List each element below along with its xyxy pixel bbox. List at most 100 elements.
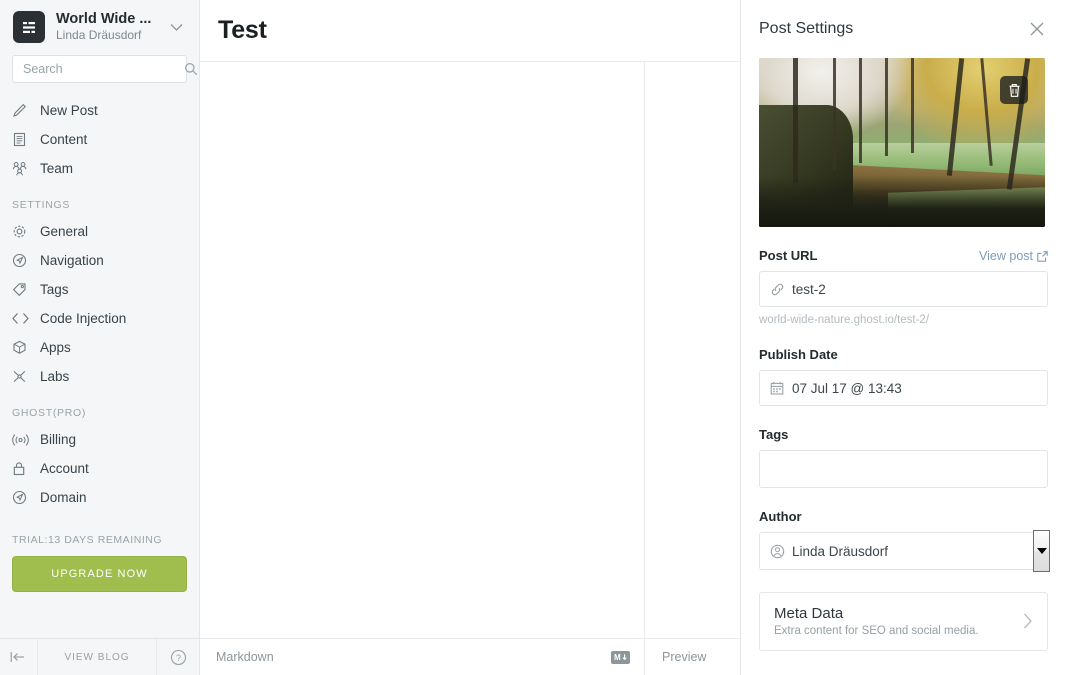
blog-switcher[interactable]: World Wide ... Linda Dräusdorf [0,0,199,52]
meta-data-texts: Meta Data Extra content for SEO and soci… [774,605,1013,637]
triangle-down-icon[interactable] [1033,530,1050,572]
broadcast-icon [12,433,34,447]
sidebar-item-domain[interactable]: Domain [0,483,199,512]
compass-icon [12,490,34,505]
sidebar-item-label: General [40,224,89,239]
post-url-input[interactable]: test-2 [759,271,1048,307]
panel-header: Post Settings [741,0,1066,58]
sidebar-item-code-injection[interactable]: Code Injection [0,304,199,333]
sidebar-item-content[interactable]: Content [0,125,199,154]
sidebar-item-navigation[interactable]: Navigation [0,246,199,275]
chevron-right-icon [1013,613,1033,629]
markdown-editor-pane[interactable] [200,62,645,638]
sidebar-heading-settings: SETTINGS [12,199,71,211]
sidebar-heading-ghostpro: GHOST(PRO) [12,407,87,419]
panel-title: Post Settings [759,20,854,37]
trial-status: TRIAL:13 DAYS REMAINING [12,534,163,546]
pencil-icon [12,103,34,118]
calendar-icon [770,381,792,395]
post-settings-panel: Post Settings Post URL View post test-2 … [740,0,1066,675]
sidebar-item-label: Content [40,132,88,147]
chevron-down-icon[interactable] [165,23,187,32]
sidebar-item-label: Apps [40,340,71,355]
svg-text:?: ? [175,653,180,663]
sidebar-item-apps[interactable]: Apps [0,333,199,362]
sidebar-item-label: Tags [40,282,69,297]
sidebar-item-label: New Post [40,103,98,118]
sidebar: World Wide ... Linda Dräusdorf Search Ne… [0,0,200,675]
view-post-label: View post [979,249,1033,263]
view-post-link[interactable]: View post [979,249,1048,263]
svg-text:M: M [614,653,621,662]
author-row: Author [759,509,1048,524]
tags-input[interactable] [759,450,1048,488]
preview-pane [645,62,740,638]
feature-image-trunk [859,58,863,163]
meta-data-subtitle: Extra content for SEO and social media. [774,625,979,637]
feature-image-shadow [759,176,1045,227]
blog-logo-icon [13,11,45,43]
publish-date-row: Publish Date [759,347,1048,362]
collapse-left-icon [10,651,27,663]
external-link-icon [1037,250,1048,262]
sidebar-item-billing[interactable]: Billing [0,425,199,454]
markdown-footer: Markdown M [200,639,645,675]
markdown-label: Markdown [216,650,274,664]
author-select[interactable]: Linda Dräusdorf [759,532,1048,570]
view-blog-button[interactable]: VIEW BLOG [38,639,157,675]
sidebar-item-label: Billing [40,432,77,447]
markdown-help-icon[interactable]: M [611,650,630,664]
sidebar-item-label: Navigation [40,253,104,268]
meta-data-title: Meta Data [774,605,844,622]
search-container [0,55,199,83]
sidebar-item-label: Domain [40,490,87,505]
upgrade-now-button[interactable]: UPGRADE NOW [12,556,187,592]
trash-icon [1008,83,1021,98]
search-input[interactable] [23,62,184,76]
sidebar-item-general[interactable]: General [0,217,199,246]
sidebar-item-labs[interactable]: Labs [0,362,199,391]
app-root: World Wide ... Linda Dräusdorf Search Ne… [0,0,1066,675]
post-title-bar: Test [200,0,740,62]
compass-icon [12,253,34,268]
preview-footer: Preview [645,639,740,675]
box-icon [12,340,34,355]
post-url-label: Post URL [759,248,818,263]
sidebar-item-account[interactable]: Account [0,454,199,483]
document-icon [12,132,34,147]
people-icon [12,161,34,176]
post-url-hint: world-wide-nature.ghost.io/test-2/ [759,314,930,326]
sidebar-item-label: Code Injection [40,311,127,326]
sidebar-item-label: Labs [40,369,70,384]
sidebar-item-tags[interactable]: Tags [0,275,199,304]
author-value: Linda Dräusdorf [792,543,889,559]
search-box[interactable] [12,55,198,83]
sidebar-item-team[interactable]: Team [0,154,199,183]
collapse-sidebar-button[interactable] [0,639,38,675]
post-title[interactable]: Test [218,16,267,45]
sidebar-item-label: Account [40,461,89,476]
upgrade-container: UPGRADE NOW [0,546,199,592]
author-select-wrap: Linda Dräusdorf [759,530,1050,572]
link-icon [770,282,792,297]
publish-date-input[interactable]: 07 Jul 17 @ 13:43 [759,370,1048,406]
help-button[interactable]: ? [157,639,199,675]
publish-date-value: 07 Jul 17 @ 13:43 [792,380,902,396]
user-circle-icon [770,544,792,559]
close-icon[interactable] [1024,16,1050,42]
sidebar-nav: New Post Content Team SETTINGS General N… [0,96,199,638]
help-circle-icon: ? [170,649,187,666]
post-url-value: test-2 [792,281,826,297]
sidebar-item-label: Team [40,161,74,176]
sidebar-item-new-post[interactable]: New Post [0,96,199,125]
preview-label: Preview [662,650,707,664]
search-icon [184,62,198,76]
blog-identity: World Wide ... Linda Dräusdorf [56,11,165,43]
feature-image-trunk [833,58,837,170]
tags-label: Tags [759,427,789,442]
feature-image[interactable] [759,58,1045,227]
gear-icon [12,224,34,239]
meta-data-card[interactable]: Meta Data Extra content for SEO and soci… [759,592,1048,651]
delete-feature-image-button[interactable] [1000,76,1028,104]
blog-title: World Wide ... [56,11,152,27]
